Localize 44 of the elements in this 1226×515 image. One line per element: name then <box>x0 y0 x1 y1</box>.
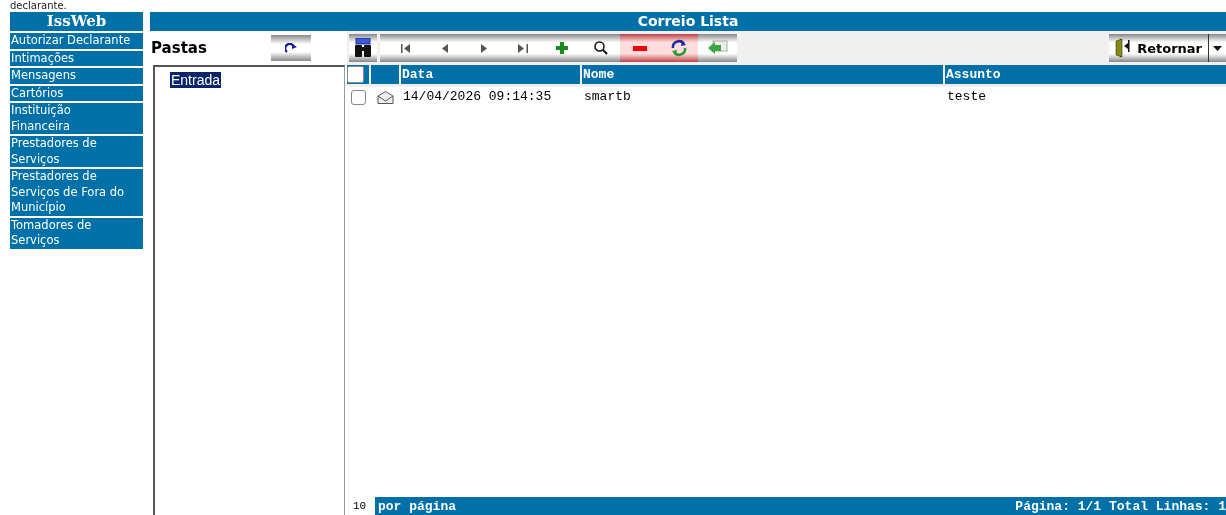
sidebar-title: IssWeb <box>10 12 143 31</box>
sidebar-item[interactable]: Instituição Financeira <box>10 103 143 134</box>
column-header[interactable]: Nome <box>582 65 943 84</box>
sidebar-item[interactable]: Cartórios <box>10 85 143 101</box>
binoculars-icon <box>354 38 372 58</box>
first-page-icon <box>400 43 411 53</box>
previous-icon <box>441 43 448 53</box>
return-button[interactable]: Retornar <box>1109 34 1208 62</box>
filter-button[interactable] <box>349 34 377 62</box>
table-cell-text: 14/04/2026 09:14:35 <box>402 88 553 106</box>
page-size-label: por página <box>378 498 456 514</box>
folder-item[interactable]: Entrada <box>170 72 222 88</box>
page-size-field[interactable]: 10 <box>347 497 375 515</box>
sync-icon <box>669 39 688 57</box>
caret-icon <box>1213 45 1222 51</box>
plus-icon <box>555 42 568 54</box>
refresh-button[interactable] <box>271 35 311 61</box>
refresh-list-button[interactable] <box>659 34 698 62</box>
sidebar-item[interactable]: Mensagens <box>10 68 143 84</box>
table-cell-text: smartb <box>583 88 632 106</box>
last-page-icon <box>517 43 528 53</box>
envelope-arrow-icon <box>707 40 728 56</box>
table-cell-text: teste <box>946 88 987 106</box>
envelope-icon <box>376 90 394 104</box>
page-title: Correio Lista <box>150 12 1226 31</box>
search-icon <box>593 41 608 55</box>
folders-label: Pastas <box>151 39 208 57</box>
select-all-checkbox[interactable] <box>347 66 364 83</box>
row-checkbox[interactable] <box>350 89 366 105</box>
column-header <box>371 65 399 84</box>
heading-text: declarante. <box>10 0 67 12</box>
sidebar-item[interactable]: Autorizar Declarante <box>10 33 143 49</box>
dropdown-button[interactable] <box>1208 34 1226 62</box>
next-icon <box>480 43 487 53</box>
sidebar-item[interactable]: Prestadores de Serviços <box>10 136 143 167</box>
delete-button[interactable] <box>620 34 659 62</box>
sidebar-item[interactable]: Tomadores de Serviços <box>10 217 143 249</box>
refresh-icon <box>285 42 297 54</box>
sidebar-item[interactable]: Prestadores de Serviços de Fora do Município <box>10 169 143 216</box>
pagination-info: Página: 1/1 Total Linhas: 1 <box>1015 498 1226 514</box>
minus-icon <box>632 45 647 51</box>
sidebar-item[interactable]: Intimações <box>10 50 143 66</box>
column-header[interactable]: Data <box>401 65 580 84</box>
column-header[interactable]: Assunto <box>945 65 1226 84</box>
